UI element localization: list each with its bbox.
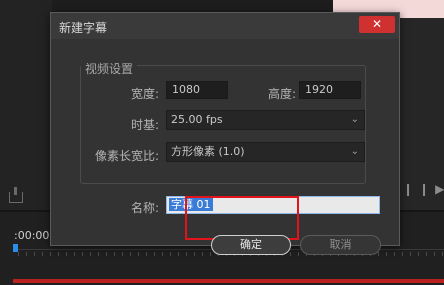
close-button[interactable]: ✕ [359, 16, 395, 33]
highlight-annotation [185, 196, 299, 240]
new-title-dialog: 新建字幕 ✕ 视频设置 宽度: 1080 高度: 1920 时基: 25.00 … [50, 12, 400, 255]
width-label: 宽度: [130, 87, 159, 101]
height-label: 高度: [267, 87, 296, 101]
chevron-down-icon: ⌄ [350, 146, 359, 157]
timeline-track [13, 279, 444, 283]
height-field[interactable]: 1920 [299, 81, 361, 99]
dialog-title: 新建字幕 [59, 21, 108, 35]
close-icon: ✕ [371, 17, 383, 31]
step-back-icon[interactable]: ❙❙ [403, 182, 435, 196]
video-settings-label: 视频设置 [81, 60, 138, 77]
cancel-button[interactable]: 取消 [300, 235, 381, 255]
timeline-timecode: :00:00 [14, 229, 50, 242]
timebase-label: 时基: [130, 118, 159, 132]
play-icon[interactable]: ▶ [435, 182, 444, 196]
width-field[interactable]: 1080 [166, 81, 228, 99]
playhead[interactable] [13, 244, 18, 252]
pixel-aspect-value: 方形像素 (1.0) [171, 145, 245, 158]
ok-button[interactable]: 确定 [211, 235, 291, 255]
chevron-down-icon: ⌄ [350, 114, 359, 125]
name-label: 名称: [130, 201, 159, 215]
export-icon[interactable] [9, 187, 23, 203]
pixel-aspect-label: 像素长宽比: [94, 149, 159, 163]
timebase-select[interactable]: 25.00 fps ⌄ [166, 110, 365, 130]
pixel-aspect-select[interactable]: 方形像素 (1.0) ⌄ [166, 142, 365, 162]
timebase-value: 25.00 fps [171, 113, 223, 126]
dialog-titlebar[interactable]: 新建字幕 ✕ [51, 13, 399, 39]
left-panel [0, 0, 52, 212]
transport-controls[interactable]: ❙❙▶ [403, 182, 444, 196]
